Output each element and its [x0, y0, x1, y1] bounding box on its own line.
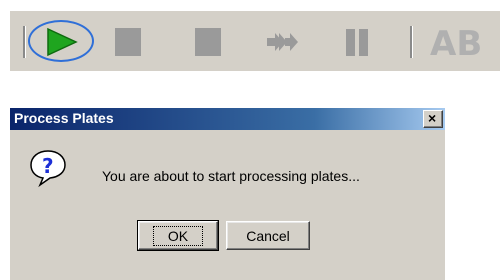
- close-icon: ×: [428, 110, 437, 126]
- ok-button[interactable]: OK: [137, 220, 219, 251]
- process-plates-dialog: Process Plates × ? You are about to star…: [10, 108, 445, 280]
- dialog-message: You are about to start processing plates…: [102, 168, 360, 184]
- svg-text:?: ?: [42, 154, 54, 178]
- toolbar-separator: [410, 26, 413, 58]
- svg-text:AB: AB: [430, 24, 482, 60]
- pause-button[interactable]: [340, 25, 374, 59]
- ok-label: OK: [152, 225, 204, 246]
- playback-toolbar: AB: [10, 11, 500, 71]
- toolbar-separator: [23, 26, 26, 58]
- stop-icon: [115, 28, 141, 56]
- stop-icon: [195, 28, 221, 56]
- pause-icon: [346, 29, 368, 56]
- close-button[interactable]: ×: [423, 110, 443, 128]
- cancel-button[interactable]: Cancel: [226, 221, 310, 250]
- skip-button[interactable]: [265, 25, 299, 59]
- play-icon: [47, 27, 78, 57]
- dialog-titlebar[interactable]: Process Plates ×: [10, 108, 445, 130]
- cancel-label: Cancel: [246, 227, 290, 244]
- play-button[interactable]: [28, 20, 94, 62]
- ab-logo: AB: [430, 24, 482, 60]
- stop-button[interactable]: [111, 25, 145, 59]
- skip-icon: [267, 33, 298, 51]
- dialog-title: Process Plates: [14, 110, 114, 126]
- stop-all-button[interactable]: [191, 25, 225, 59]
- question-icon: ?: [30, 150, 66, 188]
